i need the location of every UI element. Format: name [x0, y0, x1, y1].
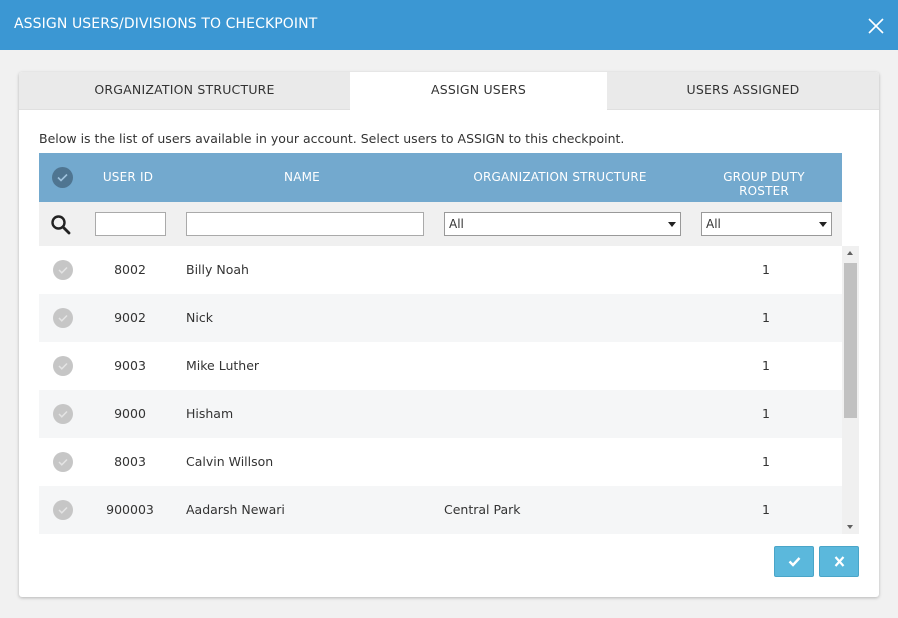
user-table-body: 8002 Billy Noah 1 9002 Nick 1 9003 Mike …	[39, 246, 842, 534]
group-duty-roster-cell: 1	[762, 310, 770, 325]
name-cell: Hisham	[186, 406, 234, 421]
dropdown-arrow-icon	[819, 222, 827, 227]
table-row[interactable]: 9000 Hisham 1	[39, 390, 842, 438]
group-duty-roster-cell: 1	[762, 454, 770, 469]
name-cell: Aadarsh Newari	[186, 502, 285, 517]
group-duty-roster-filter-select[interactable]: All	[701, 212, 832, 236]
user-id-cell: 9002	[114, 310, 146, 325]
user-id-cell: 9000	[114, 406, 146, 421]
close-icon[interactable]	[866, 16, 886, 36]
group-duty-roster-cell: 1	[762, 502, 770, 517]
organization-structure-cell: Central Park	[444, 502, 521, 517]
name-cell: Billy Noah	[186, 262, 249, 277]
row-select-checkbox[interactable]	[53, 260, 73, 280]
name-cell: Mike Luther	[186, 358, 260, 373]
column-header-group-duty-roster: GROUP DUTY ROSTER	[723, 170, 805, 198]
user-id-cell: 9003	[114, 358, 146, 373]
name-cell: Calvin Willson	[186, 454, 274, 469]
confirm-assign-button[interactable]	[774, 546, 814, 577]
dialog-titlebar: ASSIGN USERS/DIVISIONS TO CHECKPOINT	[0, 0, 898, 50]
table-header: USER ID NAME ORGANIZATION STRUCTURE GROU…	[39, 153, 842, 202]
tab-assign-users[interactable]: ASSIGN USERS	[350, 72, 607, 111]
tab-users-assigned[interactable]: USERS ASSIGNED	[607, 72, 879, 110]
table-row[interactable]: 9003 Mike Luther 1	[39, 342, 842, 390]
table-row[interactable]: 8003 Calvin Willson 1	[39, 438, 842, 486]
user-id-cell: 900003	[106, 502, 154, 517]
column-header-user-id: USER ID	[102, 170, 154, 184]
cancel-button[interactable]	[819, 546, 859, 577]
filter-row: All All	[39, 202, 842, 246]
group-duty-roster-cell: 1	[762, 358, 770, 373]
tab-bar: ORGANIZATION STRUCTURE ASSIGN USERS USER…	[19, 72, 879, 111]
name-filter-input[interactable]	[186, 212, 424, 236]
dropdown-arrow-icon	[668, 222, 676, 227]
instructions-text: Below is the list of users available in …	[39, 131, 625, 146]
row-select-checkbox[interactable]	[53, 500, 73, 520]
table-row[interactable]: 8002 Billy Noah 1	[39, 246, 842, 294]
scrollbar-thumb[interactable]	[844, 263, 857, 418]
user-id-filter-input[interactable]	[95, 212, 166, 236]
group-duty-roster-filter-value: All	[706, 217, 721, 231]
name-cell: Nick	[186, 310, 213, 325]
search-icon	[50, 214, 72, 236]
row-select-checkbox[interactable]	[53, 356, 73, 376]
organization-structure-filter-value: All	[449, 217, 464, 231]
user-id-cell: 8003	[114, 454, 146, 469]
group-duty-roster-cell: 1	[762, 406, 770, 421]
table-scrollbar[interactable]	[842, 246, 859, 534]
dialog-card: ORGANIZATION STRUCTURE ASSIGN USERS USER…	[19, 72, 879, 597]
row-select-checkbox[interactable]	[53, 452, 73, 472]
dialog-title: ASSIGN USERS/DIVISIONS TO CHECKPOINT	[14, 16, 318, 32]
organization-structure-filter-select[interactable]: All	[444, 212, 681, 236]
scroll-up-arrow-icon[interactable]	[847, 251, 853, 255]
table-row[interactable]: 900003 Aadarsh Newari Central Park 1	[39, 486, 842, 534]
row-select-checkbox[interactable]	[53, 404, 73, 424]
row-select-checkbox[interactable]	[53, 308, 73, 328]
user-id-cell: 8002	[114, 262, 146, 277]
column-header-organization-structure: ORGANIZATION STRUCTURE	[473, 170, 647, 184]
scroll-down-arrow-icon[interactable]	[847, 525, 853, 529]
table-row[interactable]: 9002 Nick 1	[39, 294, 842, 342]
group-duty-roster-cell: 1	[762, 262, 770, 277]
column-header-name: NAME	[284, 170, 320, 184]
tab-organization-structure[interactable]: ORGANIZATION STRUCTURE	[19, 72, 350, 110]
select-all-checkbox[interactable]	[52, 167, 73, 188]
